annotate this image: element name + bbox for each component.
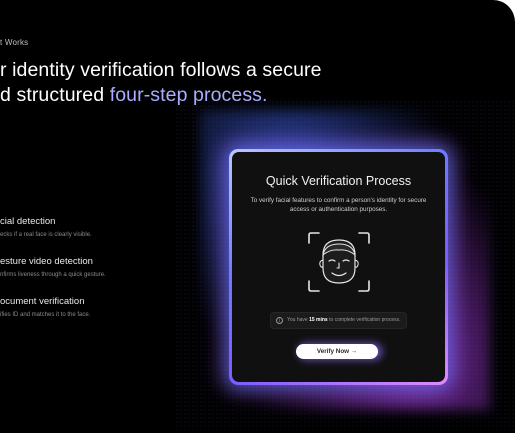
- step-gesture-detection: esture video detection nfirms liveness t…: [0, 256, 160, 278]
- step-description: ifies ID and matches it to the face.: [0, 312, 91, 318]
- card-subtitle: To verify facial features to confirm a p…: [250, 197, 427, 213]
- step-title: cial detection: [0, 216, 56, 227]
- step-title: esture video detection: [0, 256, 93, 267]
- verify-now-label: Verify Now: [316, 348, 350, 355]
- step-description: ecks if a real face is clearly visible.: [0, 232, 92, 238]
- step-document-verification: ocument verification ifies ID and matche…: [0, 296, 160, 318]
- face-scan-icon: [308, 232, 370, 292]
- verification-card: Quick Verification Process To verify fac…: [232, 152, 445, 382]
- step-title: ocument verification: [0, 296, 85, 307]
- landing-section: t Works r identity verification follows …: [0, 0, 515, 433]
- time-limit-value: 15 mins: [309, 317, 328, 323]
- card-title: Quick Verification Process: [265, 174, 412, 188]
- step-facial-detection: cial detection ecks if a real face is cl…: [0, 216, 160, 238]
- headline-line-1: r identity verification follows a secure: [0, 59, 322, 81]
- step-description: nfirms liveness through a quick gesture.: [0, 272, 106, 278]
- arrow-right-icon: →: [350, 348, 358, 355]
- headline-line-2: d structured: [0, 84, 110, 106]
- info-icon: i: [276, 316, 283, 324]
- section-eyebrow: t Works: [0, 38, 29, 47]
- time-notice: i You have 15 mins to complete verificat…: [270, 312, 407, 329]
- verify-now-button[interactable]: Verify Now →: [296, 344, 378, 359]
- time-notice-text: You have 15 mins to complete verificatio…: [287, 317, 401, 323]
